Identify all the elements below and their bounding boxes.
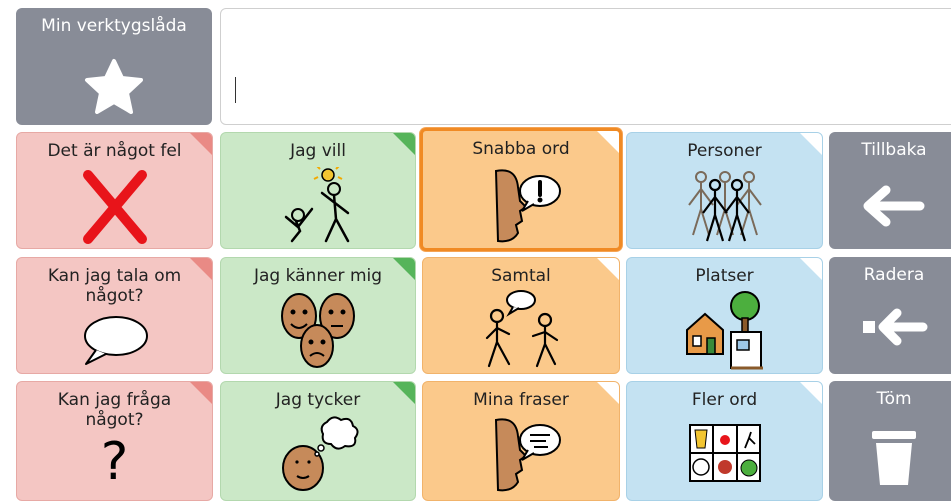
quick-words-speech-icon: [494, 169, 561, 243]
want-figures-icon: [284, 167, 350, 243]
tile-fler-ord[interactable]: Fler ord: [626, 381, 823, 501]
phrases-speech-icon: [494, 418, 561, 492]
folder-corner: [190, 258, 212, 280]
tile-label: Radera: [863, 265, 925, 285]
text-caret: [235, 77, 236, 103]
places-house-tree-icon: [685, 291, 763, 370]
conversation-icon: [485, 290, 559, 368]
people-group-icon: [687, 171, 762, 242]
red-x-icon: [82, 170, 147, 244]
tile-label: Kan jag tala om något?: [47, 266, 182, 306]
delete-button[interactable]: Radera: [829, 257, 951, 374]
folder-corner: [190, 382, 212, 404]
tile-label: Mina fraser: [473, 390, 569, 410]
toolbox-label: Min verktygslåda: [41, 16, 187, 36]
speech-bubble-icon: [83, 316, 148, 365]
tile-jag-kanner-mig[interactable]: Jag känner mig: [220, 257, 416, 374]
back-button[interactable]: Tillbaka: [829, 132, 951, 249]
tile-personer[interactable]: Personer: [626, 132, 823, 249]
toolbox-button[interactable]: Min verktygslåda: [16, 8, 212, 125]
more-words-grid-icon: [688, 424, 761, 482]
tile-snabba-ord[interactable]: Snabba ord: [420, 128, 622, 251]
tile-label: Tillbaka: [861, 140, 927, 160]
tile-kan-jag-tala-om-nagot[interactable]: Kan jag tala om något?: [16, 257, 213, 374]
tile-label: Kan jag fråga något?: [57, 390, 172, 430]
tile-label: Jag känner mig: [253, 266, 383, 286]
tile-det-ar-nagot-fel[interactable]: Det är något fel: [16, 132, 213, 249]
tile-label: Töm: [876, 389, 912, 409]
clear-button[interactable]: Töm: [829, 381, 951, 501]
message-bar[interactable]: [220, 8, 951, 125]
back-arrow-icon: [863, 185, 925, 227]
tile-label: Det är något fel: [47, 141, 182, 161]
tile-label: Platser: [695, 266, 754, 286]
question-mark-icon: ?: [100, 432, 129, 492]
tile-jag-tycker[interactable]: Jag tycker: [220, 381, 416, 501]
star-icon: [85, 59, 143, 114]
tile-label: Jag tycker: [275, 390, 361, 410]
feeling-faces-icon: [281, 293, 355, 368]
tile-label: Jag vill: [290, 141, 346, 161]
tile-label: Snabba ord: [472, 139, 570, 159]
tile-label: Personer: [687, 141, 762, 161]
tile-jag-vill[interactable]: Jag vill: [220, 132, 416, 249]
tile-label: Fler ord: [691, 390, 758, 410]
tile-label: Samtal: [491, 266, 551, 286]
delete-arrow-icon: [863, 308, 928, 346]
tile-kan-jag-fraga-nagot[interactable]: Kan jag fråga något? ?: [16, 381, 213, 501]
tile-samtal[interactable]: Samtal: [422, 257, 620, 374]
thinking-face-icon: [282, 416, 359, 491]
tile-platser[interactable]: Platser: [626, 257, 823, 374]
trash-icon: [872, 431, 916, 485]
tile-mina-fraser[interactable]: Mina fraser: [422, 381, 620, 501]
